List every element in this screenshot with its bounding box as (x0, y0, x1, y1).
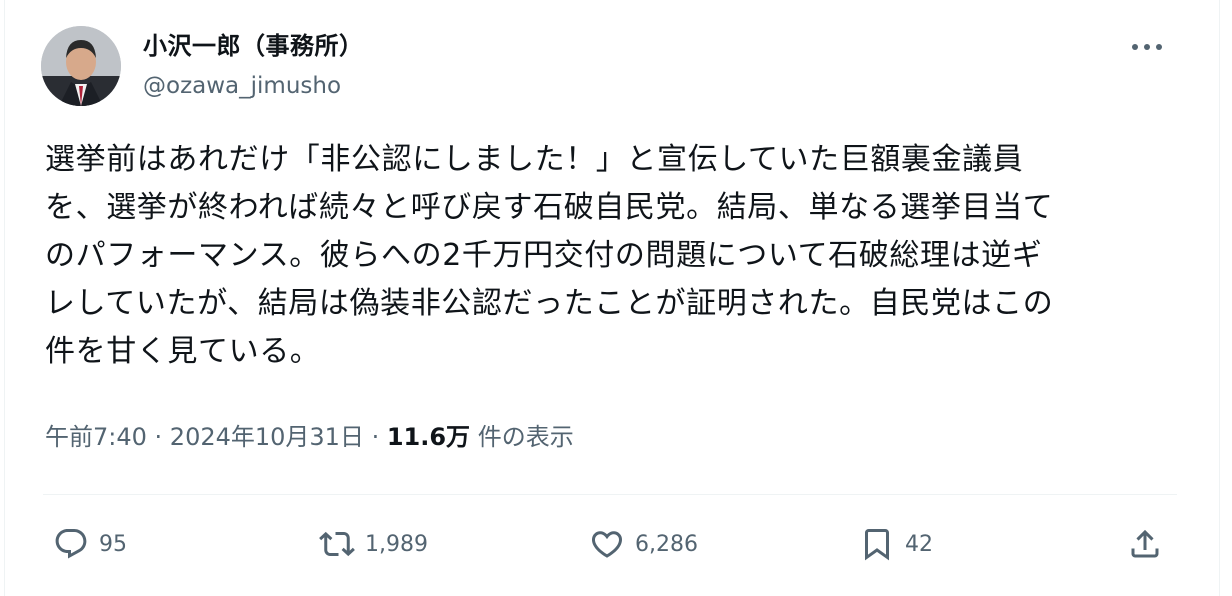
view-count-label: 件の表示 (470, 423, 574, 451)
meta-separator: · (363, 423, 387, 451)
author-display-name[interactable]: 小沢一郎（事務所） (143, 30, 364, 62)
share-button[interactable] (1127, 518, 1163, 570)
share-icon (1131, 529, 1159, 558)
avatar-photo (41, 26, 121, 106)
like-button[interactable]: 6,286 (589, 518, 698, 570)
tweet-text: 選挙前はあれだけ「非公認にしました！」と宣伝していた巨額裏金議員 を、選挙が終わ… (45, 142, 1054, 369)
retweet-icon (319, 531, 355, 557)
more-horizontal-icon (1132, 44, 1162, 50)
reply-icon (55, 529, 87, 559)
tweet-date[interactable]: 2024年10月31日 (170, 423, 364, 451)
heart-icon (591, 531, 623, 558)
reply-button[interactable]: 95 (53, 518, 127, 570)
tweet-card: 小沢一郎（事務所） @ozawa_jimusho 選挙前はあれだけ「非公認にしま… (4, 0, 1220, 596)
author-info: 小沢一郎（事務所） @ozawa_jimusho (143, 30, 364, 102)
tweet-meta: 午前7:40 · 2024年10月31日 · 11.6万 件の表示 (45, 420, 574, 454)
author-handle[interactable]: @ozawa_jimusho (143, 70, 364, 102)
meta-separator: · (146, 423, 170, 451)
divider (43, 494, 1177, 495)
bookmark-icon (865, 529, 889, 561)
action-bar: 95 1,989 6,286 42 (45, 518, 1175, 570)
reply-count: 95 (99, 531, 127, 557)
tweet-time[interactable]: 午前7:40 (45, 423, 147, 451)
like-count: 6,286 (635, 531, 698, 557)
bookmark-count: 42 (905, 531, 933, 557)
retweet-button[interactable]: 1,989 (319, 518, 428, 570)
bookmark-button[interactable]: 42 (859, 518, 933, 570)
more-options-button[interactable] (1127, 30, 1167, 60)
retweet-count: 1,989 (365, 531, 428, 557)
view-count[interactable]: 11.6万 (387, 423, 470, 451)
author-avatar[interactable] (41, 26, 121, 106)
